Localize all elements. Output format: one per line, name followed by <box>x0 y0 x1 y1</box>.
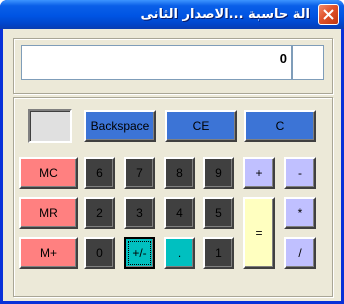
digit-5-button[interactable]: 5 <box>203 197 234 229</box>
divide-button[interactable]: / <box>284 237 316 269</box>
digit-2-button[interactable]: 2 <box>84 197 115 229</box>
memory-add-button[interactable]: M+ <box>19 237 78 269</box>
digit-1-button[interactable]: 1 <box>203 237 234 269</box>
memory-status-indicator <box>28 109 72 143</box>
digit-6-button[interactable]: 6 <box>84 157 115 189</box>
multiply-button[interactable]: * <box>284 197 316 229</box>
memory-clear-button[interactable]: MC <box>19 157 78 189</box>
memory-recall-button[interactable]: MR <box>19 197 78 229</box>
decimal-point-button[interactable]: . <box>164 237 195 269</box>
digit-4-button[interactable]: 4 <box>164 197 195 229</box>
close-icon <box>323 9 334 20</box>
digit-7-button[interactable]: 7 <box>124 157 155 189</box>
subtract-button[interactable]: - <box>284 157 316 189</box>
clear-button[interactable]: C <box>244 110 316 142</box>
window-title: الة حاسبة ...الاصدار الثانى <box>140 7 310 22</box>
display-field[interactable]: 0 <box>21 45 292 80</box>
backspace-button[interactable]: Backspace <box>84 110 156 142</box>
title-bar[interactable]: الة حاسبة ...الاصدار الثانى <box>0 0 344 29</box>
calculator-window: الة حاسبة ...الاصدار الثانى 0 Backspace … <box>0 0 344 304</box>
add-button[interactable]: + <box>243 157 275 189</box>
clear-entry-button[interactable]: CE <box>165 110 237 142</box>
equals-button[interactable]: = <box>243 197 275 269</box>
close-button[interactable] <box>318 4 339 25</box>
sign-toggle-button[interactable]: +/- <box>124 237 155 269</box>
digit-9-button[interactable]: 9 <box>203 157 234 189</box>
display-frame: 0 <box>13 38 333 94</box>
digit-3-button[interactable]: 3 <box>124 197 155 229</box>
calculator-body: 0 Backspace CE C MC MR M+ 6 7 8 9 2 3 4 … <box>3 29 341 301</box>
memory-indicator-box <box>292 45 324 80</box>
digit-8-button[interactable]: 8 <box>164 157 195 189</box>
digit-0-button[interactable]: 0 <box>84 237 115 269</box>
